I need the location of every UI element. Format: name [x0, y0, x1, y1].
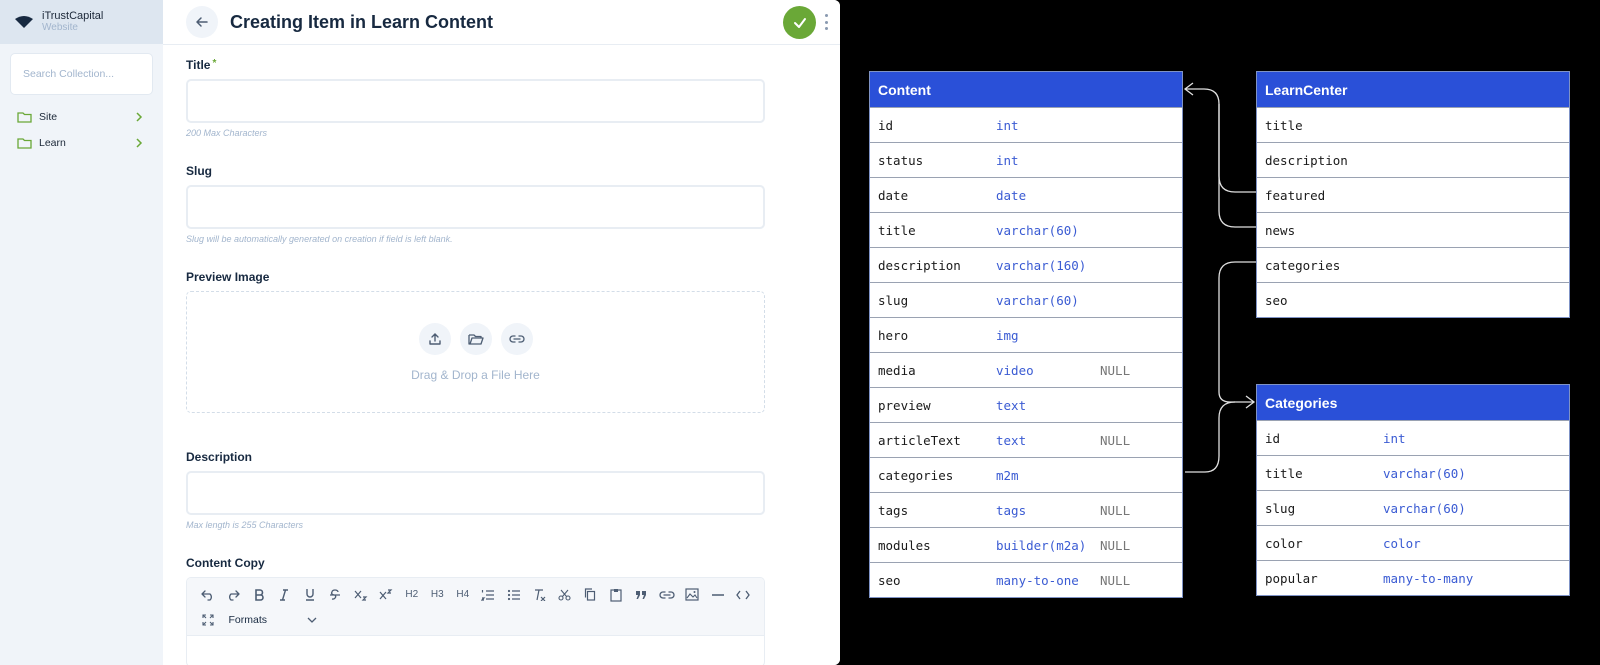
- column-type: varchar(60): [996, 292, 1079, 308]
- column-name: slug: [1265, 500, 1296, 516]
- table-row: status int: [870, 142, 1182, 177]
- content-table: Content id int status int date date title va…: [869, 71, 1183, 598]
- table-row: color color: [1257, 525, 1569, 560]
- connector-content-categories-to-categories: [1185, 401, 1236, 473]
- column-type: builder(m2a): [996, 537, 1087, 553]
- column-name: id: [1265, 430, 1281, 446]
- column-type: color: [1383, 535, 1421, 551]
- column-type: int: [1383, 430, 1406, 446]
- table-row: articleText text NULL: [870, 422, 1182, 457]
- column-type: video: [996, 362, 1034, 378]
- column-name: featured: [1265, 187, 1326, 203]
- connector-news-to-content: [1218, 104, 1257, 228]
- column-name: description: [1265, 152, 1348, 168]
- stage: iTrustCapital Website Search Collection.…: [0, 0, 1600, 665]
- column-name: categories: [1265, 257, 1341, 273]
- table-title: Content: [870, 72, 1182, 107]
- column-null: NULL: [1100, 432, 1131, 448]
- table-row: categories: [1257, 247, 1569, 282]
- column-name: title: [1265, 117, 1303, 133]
- column-name: color: [1265, 535, 1303, 551]
- column-name: date: [878, 187, 909, 203]
- table-row: modules builder(m2a) NULL: [870, 527, 1182, 562]
- connector-featured-to-content: [1185, 88, 1257, 193]
- column-name: hero: [878, 327, 909, 343]
- table-row: media video NULL: [870, 352, 1182, 387]
- table-row: news: [1257, 212, 1569, 247]
- column-name: modules: [878, 537, 931, 553]
- column-type: text: [996, 432, 1027, 448]
- column-name: tags: [878, 502, 909, 518]
- column-null: NULL: [1100, 572, 1131, 588]
- column-name: id: [878, 117, 894, 133]
- table-row: id int: [870, 107, 1182, 142]
- table-row: slug varchar(60): [870, 282, 1182, 317]
- table-row: id int: [1257, 420, 1569, 455]
- table-row: seo: [1257, 282, 1569, 317]
- table-row: description varchar(160): [870, 247, 1182, 282]
- table-row: title: [1257, 107, 1569, 142]
- table-row: preview text: [870, 387, 1182, 422]
- column-null: NULL: [1100, 362, 1131, 378]
- table-row: seo many-to-one NULL: [870, 562, 1182, 597]
- column-name: seo: [878, 572, 901, 588]
- column-name: media: [878, 362, 916, 378]
- table-row: featured: [1257, 177, 1569, 212]
- table-row: description: [1257, 142, 1569, 177]
- column-name: categories: [878, 467, 954, 483]
- column-type: int: [996, 117, 1019, 133]
- learncenter-table: LearnCenter title description featured n…: [1256, 71, 1570, 318]
- column-type: many-to-many: [1383, 570, 1474, 586]
- table-title: LearnCenter: [1257, 72, 1569, 107]
- column-type: int: [996, 152, 1019, 168]
- table-row: hero img: [870, 317, 1182, 352]
- column-type: m2m: [996, 467, 1019, 483]
- column-type: varchar(60): [996, 222, 1079, 238]
- column-null: NULL: [1100, 537, 1131, 553]
- table-row: title varchar(60): [870, 212, 1182, 247]
- column-name: seo: [1265, 292, 1288, 308]
- column-name: title: [1265, 465, 1303, 481]
- column-type: varchar(60): [1383, 465, 1466, 481]
- column-name: description: [878, 257, 961, 273]
- column-name: title: [878, 222, 916, 238]
- column-null: NULL: [1100, 502, 1131, 518]
- table-row: categories m2m: [870, 457, 1182, 492]
- table-row: title varchar(60): [1257, 455, 1569, 490]
- table-row: tags tags NULL: [870, 492, 1182, 527]
- column-name: preview: [878, 397, 931, 413]
- column-name: popular: [1265, 570, 1318, 586]
- column-type: tags: [996, 502, 1027, 518]
- table-row: slug varchar(60): [1257, 490, 1569, 525]
- connector-categories-to-learncenter: [1218, 261, 1257, 403]
- column-type: varchar(60): [1383, 500, 1466, 516]
- column-type: varchar(160): [996, 257, 1087, 273]
- column-name: status: [878, 152, 924, 168]
- column-type: many-to-one: [996, 572, 1079, 588]
- categories-table: Categories id int title varchar(60) slug va…: [1256, 384, 1570, 596]
- table-row: popular many-to-many: [1257, 560, 1569, 595]
- table-row: date date: [870, 177, 1182, 212]
- column-name: news: [1265, 222, 1296, 238]
- column-type: text: [996, 397, 1027, 413]
- column-name: slug: [878, 292, 909, 308]
- column-name: articleText: [878, 432, 961, 448]
- table-title: Categories: [1257, 385, 1569, 420]
- column-type: img: [996, 327, 1019, 343]
- content-rows: id int status int date date title varchar(60…: [870, 107, 1182, 597]
- column-type: date: [996, 187, 1027, 203]
